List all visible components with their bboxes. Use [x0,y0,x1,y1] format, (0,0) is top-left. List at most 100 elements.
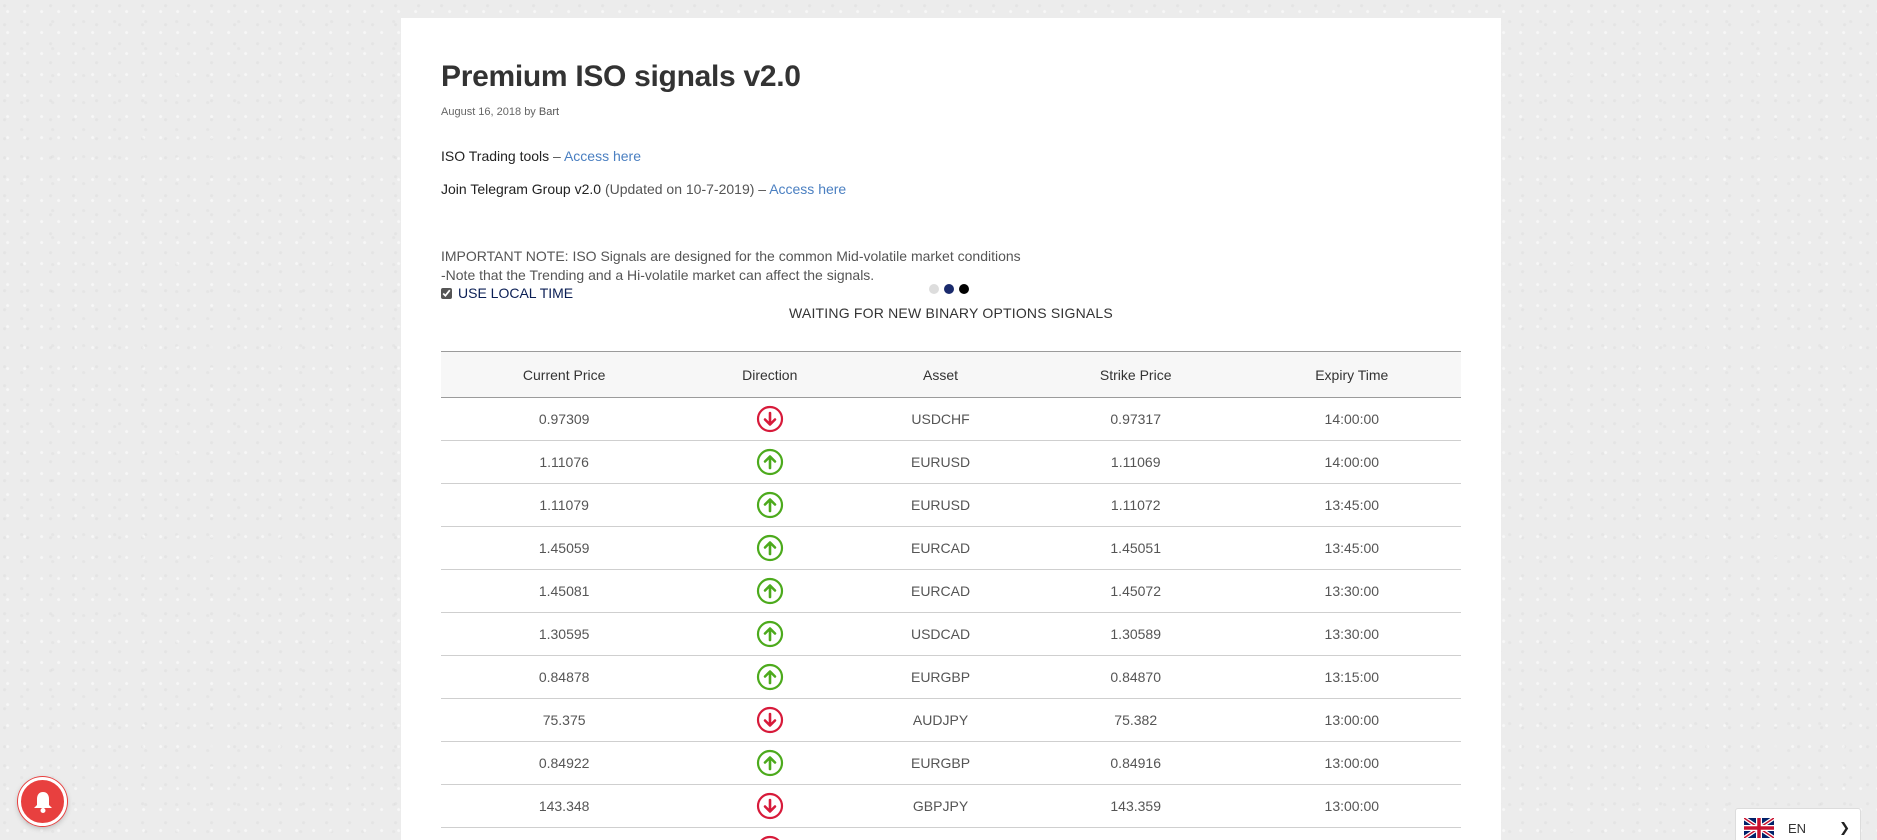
arrow-down-circle-icon [756,792,783,820]
arrow-up-circle-icon [756,663,783,691]
loading-dot [959,284,969,294]
table-row: 0.84922 EURGBP 0.84916 13:00:00 [441,741,1461,785]
table-row: 1.30595 USDCAD 1.30589 13:30:00 [441,612,1461,656]
telegram-line: Join Telegram Group v2.0 (Updated on 10-… [441,181,1461,197]
asset-cell: USDCHF [852,397,1029,441]
language-switcher[interactable]: EN ❯ [1735,808,1861,840]
expiry-time-cell: 13:00:00 [1242,698,1461,742]
strike-price-cell: 0.84870 [1028,655,1243,699]
notification-bell-button[interactable] [18,777,67,826]
strike-price-cell: 1.30589 [1028,612,1243,656]
page-title: Premium ISO signals v2.0 [441,60,801,93]
arrow-up-circle-icon [756,448,783,476]
direction-cell [687,741,853,785]
arrow-up-circle-icon [756,534,783,562]
strike-price-cell: 0.84916 [1028,741,1243,785]
strike-price-cell: 75.382 [1028,698,1243,742]
table-row: 1.11079 EURUSD 1.11072 13:45:00 [441,483,1461,527]
tools-access-link[interactable]: Access here [564,148,641,164]
column-header: Asset [852,351,1029,398]
post-by: by [524,106,536,118]
loading-indicator [929,284,969,294]
arrow-down-circle-icon [756,405,783,433]
table-row: 1.11076 EURUSD 1.11069 14:00:00 [441,440,1461,484]
expiry-time-cell: 13:00:00 [1242,784,1461,828]
local-time-checkbox[interactable] [441,287,452,299]
column-header: Expiry Time [1242,351,1461,398]
uk-flag-icon [1744,818,1774,838]
strike-price-cell: 0.97317 [1028,397,1243,441]
arrow-up-circle-icon [756,577,783,605]
table-row: 1.08897 EURCHF1.0890313:00:00 [441,827,1461,840]
direction-cell [687,483,853,527]
strike-price-cell: 143.359 [1028,784,1243,828]
telegram-access-link[interactable]: Access here [769,181,846,197]
asset-cell: EURCAD [852,526,1029,570]
arrow-up-circle-icon [756,491,783,519]
table-row: 0.84878 EURGBP 0.84870 13:15:00 [441,655,1461,699]
table-row: 143.348 GBPJPY 143.359 13:00:00 [441,784,1461,828]
important-note: IMPORTANT NOTE: ISO Signals are designed… [441,247,1461,285]
chevron-right-icon: ❯ [1839,820,1850,835]
local-time-label: USE LOCAL TIME [458,285,574,301]
column-header: Current Price [441,351,688,398]
current-price-cell: 0.84922 [441,741,688,785]
current-price-cell: 1.30595 [441,612,688,656]
expiry-time-cell: 13:30:00 [1242,569,1461,613]
asset-cell: AUDJPY [852,698,1029,742]
current-price-cell: 1.45081 [441,569,688,613]
asset-cell: GBPJPY [852,784,1029,828]
bell-icon [33,791,52,813]
expiry-time-cell: 13:15:00 [1242,655,1461,699]
asset-cell: USDCAD [852,612,1029,656]
table-row: 75.375 AUDJPY 75.382 13:00:00 [441,698,1461,742]
language-code: EN [1788,820,1807,836]
arrow-down-circle-icon [760,835,780,840]
signals-table: Current Price Direction Asset Strike Price E… [441,351,1461,840]
asset-cell: EURGBP [852,741,1029,785]
direction-cell [687,569,853,613]
direction-cell [687,397,853,441]
table-row: 0.97309 USDCHF 0.97317 14:00:00 [441,397,1461,441]
loading-dot [944,284,954,294]
column-header: Strike Price [1028,351,1243,398]
current-price-cell: 0.84878 [441,655,688,699]
current-price-cell: 1.11079 [441,483,688,527]
direction-cell [687,655,853,699]
post-author[interactable]: Bart [539,106,559,118]
expiry-time-cell: 13:30:00 [1242,612,1461,656]
direction-cell [687,827,853,840]
strike-price-cell: 1.11069 [1028,440,1243,484]
note-line-2: -Note that the Trending and a Hi-volatil… [441,267,875,283]
post-card: Premium ISO signals v2.0 August 16, 2018… [401,18,1501,840]
expiry-time-cell: 13:45:00 [1242,483,1461,527]
note-line-1: IMPORTANT NOTE: ISO Signals are designed… [441,248,1021,264]
status-text: WAITING FOR NEW BINARY OPTIONS SIGNALS [789,305,1113,321]
asset-cell: EURUSD [852,440,1029,484]
arrow-up-circle-icon [756,749,783,777]
expiry-time-cell: 13:00:00 [1242,741,1461,785]
tools-sep: – [549,148,564,164]
direction-cell [687,440,853,484]
table-row: 1.45081 EURCAD 1.45072 13:30:00 [441,569,1461,613]
post-date[interactable]: August 16, 2018 [441,106,521,118]
asset-cell: EURGBP [852,655,1029,699]
table-row: 1.45059 EURCAD 1.45051 13:45:00 [441,526,1461,570]
strike-price-cell: 1.45051 [1028,526,1243,570]
expiry-time-cell: 14:00:00 [1242,397,1461,441]
current-price-cell: 0.97309 [441,397,688,441]
strike-price-cell: 1.08903 [1028,827,1243,840]
direction-cell [687,784,853,828]
strike-price-cell: 1.45072 [1028,569,1243,613]
strike-price-cell: 1.11072 [1028,483,1243,527]
current-price-cell: 143.348 [441,784,688,828]
controls-row: USE LOCAL TIME [441,284,1461,303]
column-header: Direction [687,351,853,398]
current-price-cell: 75.375 [441,698,688,742]
current-price-cell: 1.11076 [441,440,688,484]
loading-dot [929,284,939,294]
tools-line: ISO Trading tools – Access here [441,148,1461,164]
arrow-up-circle-icon [756,620,783,648]
direction-cell [687,526,853,570]
current-price-cell: 1.08897 [441,827,688,840]
